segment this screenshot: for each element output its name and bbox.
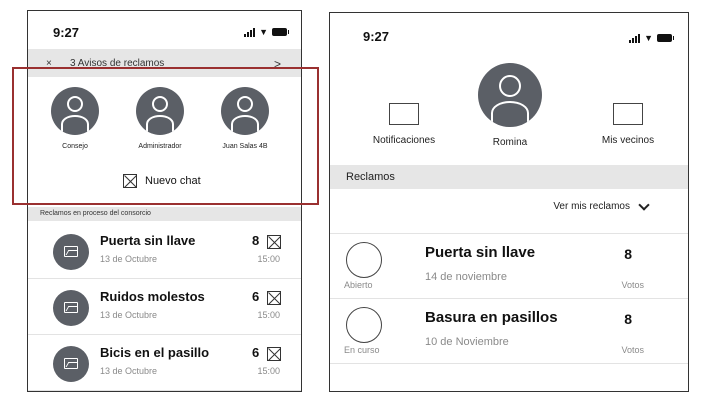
- claim-status: En curso: [344, 345, 380, 355]
- claim-count: 8: [624, 246, 632, 262]
- claim-count: 6: [252, 289, 260, 304]
- status-icons: ▼: [244, 27, 289, 37]
- notifications-button[interactable]: Notificaciones: [364, 103, 444, 146]
- dropdown-label: Ver mis reclamos: [553, 201, 630, 212]
- right-phone-screen: 9:27 ▼ Notificaciones Romina Mis vecinos…: [329, 12, 689, 392]
- claim-status: Abierto: [344, 280, 373, 290]
- profile-name: Romina: [492, 137, 528, 148]
- claim-time: 15:00: [257, 310, 280, 320]
- claim-count: 8: [252, 233, 260, 248]
- list-item[interactable]: Ruidos molestos 13 de Octubre 6 15:00: [28, 279, 301, 335]
- status-bar: 9:27 ▼: [330, 13, 688, 49]
- list-item[interactable]: En curso Basura en pasillos 10 de Noviem…: [330, 299, 688, 363]
- status-icons: ▼: [629, 33, 674, 43]
- image-icon: [53, 290, 89, 326]
- my-claims-dropdown[interactable]: Ver mis reclamos: [553, 198, 650, 212]
- profile-button[interactable]: Romina: [470, 63, 550, 148]
- votes-label: Votos: [621, 345, 644, 355]
- notifications-label: Notificaciones: [372, 135, 436, 146]
- placeholder-icon: [267, 291, 281, 305]
- claim-time: 15:00: [257, 254, 280, 264]
- section-header: Reclamos en proceso del consorcio: [28, 207, 301, 221]
- claim-date: 14 de noviembre: [425, 271, 507, 283]
- claim-title: Bicis en el pasillo: [100, 345, 210, 360]
- status-bar: 9:27 ▼: [28, 11, 301, 47]
- section-header: Reclamos: [330, 165, 688, 189]
- notifications-icon: [389, 103, 419, 125]
- claim-count: 8: [624, 311, 632, 327]
- signal-icon: [244, 27, 256, 37]
- signal-icon: [629, 33, 641, 43]
- claim-title: Puerta sin llave: [100, 233, 196, 248]
- status-circle-icon: [346, 242, 382, 278]
- battery-icon: [657, 34, 674, 42]
- neighbors-button[interactable]: Mis vecinos: [588, 103, 668, 146]
- list-item[interactable]: Puerta sin llave 13 de Octubre 8 15:00: [28, 223, 301, 279]
- highlight-box: [12, 67, 319, 205]
- image-icon: [53, 346, 89, 382]
- placeholder-icon: [267, 235, 281, 249]
- status-time: 9:27: [53, 25, 80, 40]
- image-icon: [53, 234, 89, 270]
- claim-date: 13 de Octubre: [100, 310, 158, 320]
- claim-title: Puerta sin llave: [425, 244, 536, 261]
- wifi-icon: ▼: [644, 33, 653, 43]
- claim-title: Basura en pasillos: [425, 309, 558, 326]
- claim-date: 13 de Octubre: [100, 254, 158, 264]
- avatar: [478, 63, 542, 127]
- votes-label: Votos: [621, 280, 644, 290]
- claim-title: Ruidos molestos: [100, 289, 205, 304]
- neighbors-icon: [613, 103, 643, 125]
- neighbors-label: Mis vecinos: [601, 135, 655, 146]
- placeholder-icon: [267, 347, 281, 361]
- battery-icon: [272, 28, 289, 36]
- list-item[interactable]: Abierto Puerta sin llave 14 de noviembre…: [330, 234, 688, 298]
- wifi-icon: ▼: [259, 27, 268, 37]
- status-time: 9:27: [363, 29, 390, 44]
- claim-date: 13 de Octubre: [100, 366, 158, 376]
- list-item[interactable]: Bicis en el pasillo 13 de Octubre 6 15:0…: [28, 335, 301, 391]
- divider: [330, 363, 688, 364]
- chevron-down-icon: [638, 198, 650, 211]
- claim-count: 6: [252, 345, 260, 360]
- status-circle-icon: [346, 307, 382, 343]
- claim-time: 15:00: [257, 366, 280, 376]
- claim-date: 10 de Noviembre: [425, 336, 509, 348]
- profile-header: Notificaciones Romina Mis vecinos: [330, 61, 688, 161]
